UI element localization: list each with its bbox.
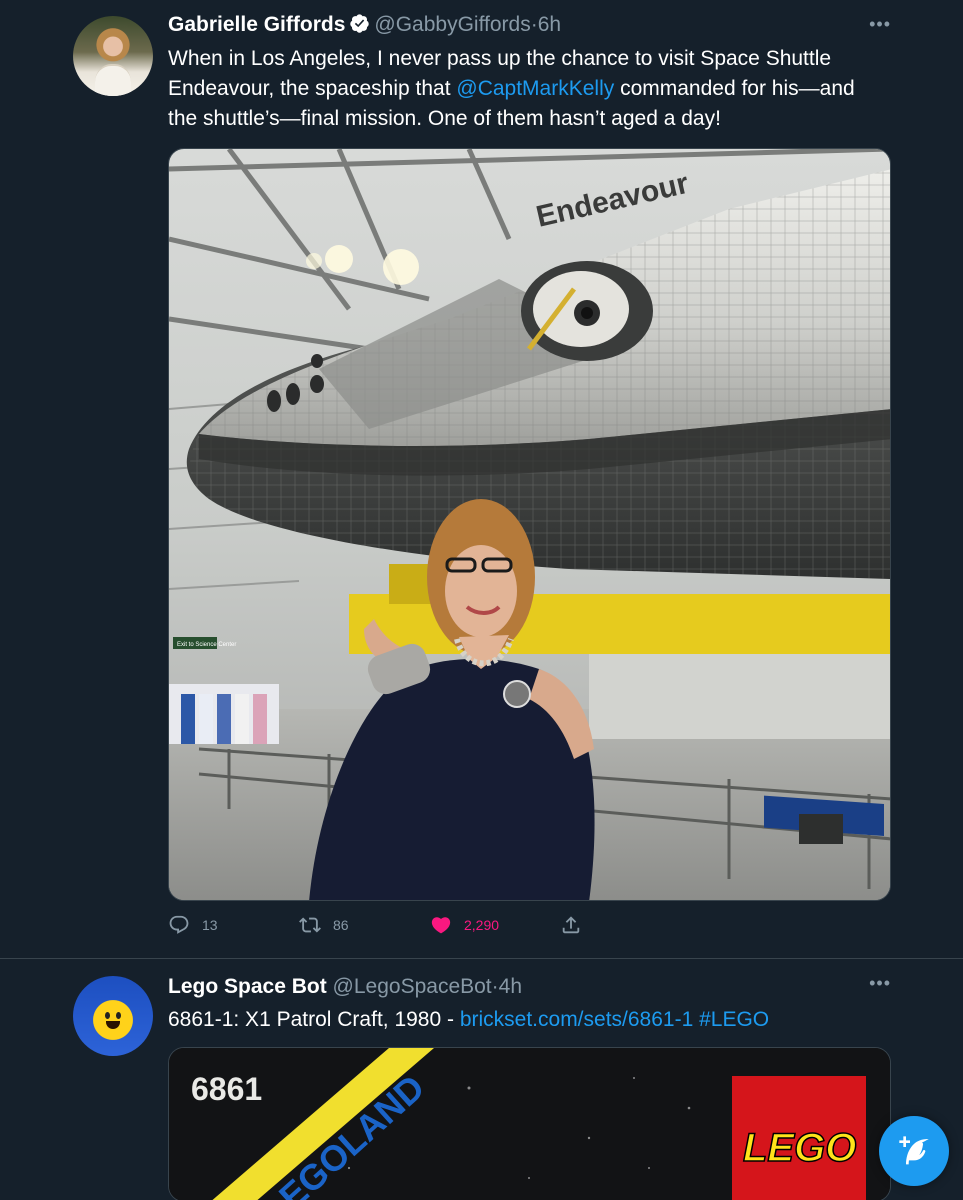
author-name[interactable]: Lego Space Bot [168,975,327,998]
tweet-text: When in Los Angeles, I never pass up the… [168,44,888,134]
like-button[interactable]: 2,290 [430,910,499,940]
retweet-button[interactable]: 86 [299,910,349,940]
like-count: 2,290 [464,917,500,933]
lego-mouth [106,1021,120,1029]
share-icon [562,916,580,934]
share-button[interactable] [560,910,594,940]
tweet-divider [0,958,963,959]
tweet-gabrielle-giffords[interactable]: Gabrielle Giffords @GabbyGiffords·6h ••• … [0,0,963,960]
tweet-actions: 13 86 2,290 [168,910,608,940]
tweet-header: Gabrielle Giffords @GabbyGiffords·6h [168,12,561,38]
more-icon[interactable]: ••• [869,973,891,994]
avatar[interactable] [73,976,153,1056]
tweet-photo[interactable]: Exit to Science Center Endeavour [168,148,891,901]
lego-eye [116,1012,121,1019]
heart-icon [431,917,451,934]
more-icon[interactable]: ••• [869,14,891,35]
compose-tweet-button[interactable] [879,1116,949,1186]
exit-sign-text: Exit to Science Center [177,642,236,648]
hashtag-link[interactable]: #LEGO [699,1008,769,1031]
tweet-timestamp[interactable]: 4h [499,975,522,998]
lego-box-illustration: LEGOLAND 6861 LEGO [169,1048,890,1200]
avatar[interactable] [73,16,153,96]
author-name[interactable]: Gabrielle Giffords [168,13,345,36]
url-link[interactable]: brickset.com/sets/6861-1 [460,1008,693,1031]
reply-button[interactable]: 13 [168,910,218,940]
separator-dot: · [491,975,499,998]
reply-icon [169,915,189,934]
author-handle[interactable]: @GabbyGiffords [374,13,530,36]
lego-face [99,1006,127,1034]
separator-dot: · [530,13,538,36]
tweet-timestamp[interactable]: 6h [538,13,561,36]
tweet-lego-space-bot[interactable]: Lego Space Bot @LegoSpaceBot·4h ••• 6861… [0,961,963,1200]
mention-link[interactable]: @CaptMarkKelly [456,77,614,100]
shuttle-photo-illustration: Exit to Science Center Endeavour [169,149,890,900]
reply-count: 13 [202,917,218,933]
set-number-text: 6861 [191,1071,262,1107]
compose-tweet-icon [899,1136,929,1165]
tweet-header: Lego Space Bot @LegoSpaceBot·4h [168,974,522,1000]
tweet-photo[interactable]: LEGOLAND 6861 LEGO [168,1047,891,1200]
author-handle[interactable]: @LegoSpaceBot [333,975,492,998]
tweet-text-part: 6861-1: X1 Patrol Craft, 1980 - [168,1008,460,1031]
verified-badge-icon [350,14,370,33]
lego-logo-text: LEGO [743,1126,856,1170]
retweet-icon [299,917,321,933]
retweet-count: 86 [333,917,349,933]
tweet-text: 6861-1: X1 Patrol Craft, 1980 - brickset… [168,1005,888,1035]
lego-eye [105,1012,110,1019]
